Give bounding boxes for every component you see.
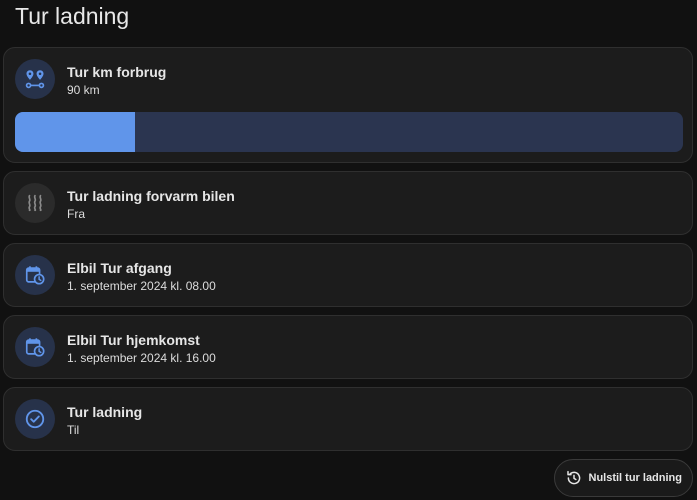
- card-title: Elbil Tur afgang: [67, 260, 172, 276]
- restore-icon: [566, 470, 580, 485]
- card-value: 90 km: [67, 83, 100, 97]
- card-return[interactable]: Elbil Tur hjemkomst 1. september 2024 kl…: [3, 315, 693, 379]
- card-value: Fra: [67, 207, 85, 221]
- calendar-clock-icon: [15, 327, 55, 367]
- km-usage-bar: [15, 112, 683, 152]
- card-title: Tur ladning forvarm bilen: [67, 188, 235, 204]
- page-title: Tur ladning: [15, 3, 130, 29]
- reset-button-label: Nulstil tur ladning: [588, 472, 683, 484]
- card-title: Tur ladning: [67, 404, 143, 420]
- card-title: Elbil Tur hjemkomst: [67, 332, 200, 348]
- km-usage-bar-fill: [15, 112, 136, 152]
- map-marker-distance-icon: [15, 59, 55, 99]
- check-circle-icon: [15, 399, 55, 439]
- card-preheat[interactable]: Tur ladning forvarm bilen Fra: [3, 171, 693, 235]
- card-value: 1. september 2024 kl. 08.00: [67, 279, 216, 293]
- heat-wave-icon: [15, 183, 55, 223]
- card-value: 1. september 2024 kl. 16.00: [67, 351, 216, 365]
- card-departure[interactable]: Elbil Tur afgang 1. september 2024 kl. 0…: [3, 243, 693, 307]
- card-value: Til: [67, 423, 80, 437]
- reset-button[interactable]: Nulstil tur ladning: [553, 459, 693, 497]
- card-charging[interactable]: Tur ladning Til: [3, 387, 693, 451]
- calendar-clock-icon: [15, 255, 55, 295]
- card-title: Tur km forbrug: [67, 64, 167, 80]
- card-km-usage[interactable]: Tur km forbrug 90 km: [3, 47, 693, 163]
